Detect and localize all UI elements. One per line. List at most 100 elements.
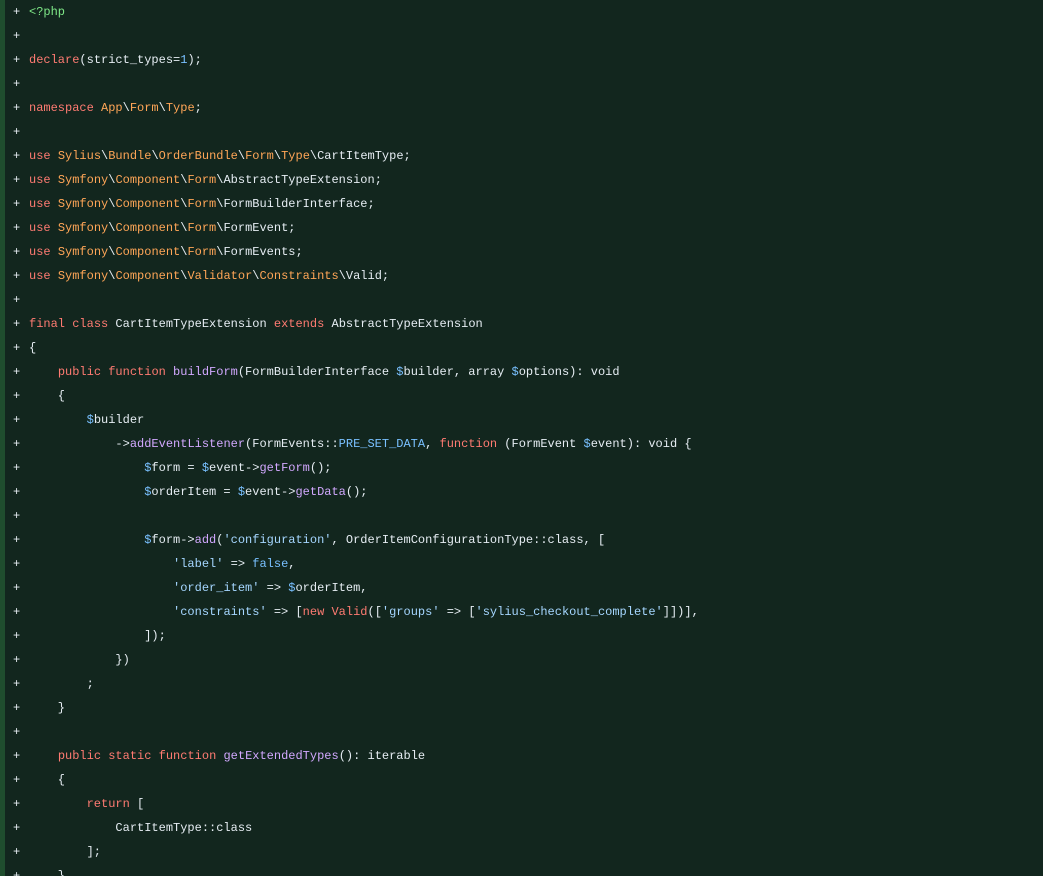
added-line-marker: + [13, 293, 21, 307]
diff-line: + ; [5, 672, 1043, 696]
code-token: (FormEvent [497, 437, 584, 451]
code-token: , [288, 557, 296, 571]
code-token: false [252, 557, 289, 571]
added-line-marker: + [13, 77, 21, 91]
code-token: event): void { [590, 437, 692, 451]
code-token: AbstractTypeExtension [324, 317, 483, 331]
code-token: (); [345, 485, 368, 499]
added-line-marker: + [13, 53, 21, 67]
line-content: 'constraints' => [new Valid(['groups' =>… [29, 600, 1043, 624]
code-token: Valid [331, 605, 368, 619]
code-token: use [29, 197, 51, 211]
added-line-marker: + [13, 173, 21, 187]
line-content: $form = $event->getForm(); [29, 456, 1043, 480]
diff-line: + 'constraints' => [new Valid(['groups' … [5, 600, 1043, 624]
diff-line: + [5, 24, 1043, 48]
line-content [29, 72, 1043, 96]
code-token: 'groups' [381, 605, 440, 619]
code-token: extends [273, 317, 325, 331]
code-token: Component [115, 245, 181, 259]
diff-line: + public static function getExtendedType… [5, 744, 1043, 768]
code-token: -> [29, 437, 130, 451]
added-line-marker: + [13, 317, 21, 331]
code-token: new [302, 605, 325, 619]
added-line-marker: + [13, 413, 21, 427]
diff-line: + { [5, 768, 1043, 792]
code-token: public [57, 365, 102, 379]
diff-line: + [5, 288, 1043, 312]
added-line-marker: + [13, 821, 21, 835]
added-line-marker: + [13, 581, 21, 595]
code-token: ]); [29, 629, 166, 643]
code-token: declare [29, 53, 80, 67]
code-token: <?php [29, 5, 66, 19]
line-content: } [29, 864, 1043, 876]
code-token: use [29, 149, 51, 163]
added-line-marker: + [13, 533, 21, 547]
code-token: class [72, 317, 109, 331]
code-token: , OrderItemConfigurationType::class, [ [331, 533, 606, 547]
added-line-marker: + [13, 197, 21, 211]
code-token: \CartItemType; [309, 149, 411, 163]
code-token: \ [151, 149, 159, 163]
line-content: 'label' => false, [29, 552, 1043, 576]
line-content: ->addEventListener(FormEvents::PRE_SET_D… [29, 432, 1043, 456]
code-token: event-> [209, 461, 260, 475]
line-content: ]; [29, 840, 1043, 864]
code-token: static [108, 749, 152, 763]
code-token: => [ [266, 605, 303, 619]
line-content: 'order_item' => $orderItem, [29, 576, 1043, 600]
code-token: 'label' [173, 557, 224, 571]
added-line-marker: + [13, 437, 21, 451]
code-token: Form [129, 101, 159, 115]
added-line-marker: + [13, 629, 21, 643]
code-token: Symfony [57, 173, 109, 187]
code-token: { [29, 773, 66, 787]
code-token: \ [237, 149, 246, 163]
added-line-marker: + [13, 869, 21, 876]
added-line-marker: + [13, 269, 21, 283]
added-line-marker: + [13, 653, 21, 667]
code-token: \AbstractTypeExtension; [216, 173, 382, 187]
code-token: $ [237, 485, 246, 499]
code-token: (FormBuilderInterface [237, 365, 397, 379]
added-line-marker: + [13, 725, 21, 739]
code-token: namespace [29, 101, 94, 115]
code-token: $ [201, 461, 210, 475]
code-token: ; [29, 677, 94, 691]
code-token: , [425, 437, 440, 451]
code-token: addEventListener [129, 437, 246, 451]
added-line-marker: + [13, 845, 21, 859]
line-content: public function buildForm(FormBuilderInt… [29, 360, 1043, 384]
added-line-marker: + [13, 5, 21, 19]
code-token: { [29, 389, 66, 403]
line-content: final class CartItemTypeExtension extend… [29, 312, 1043, 336]
code-token: PRE_SET_DATA [338, 437, 426, 451]
code-token: use [29, 245, 51, 259]
code-token: (); [309, 461, 332, 475]
code-token: } [29, 701, 66, 715]
code-token: [ [129, 797, 145, 811]
diff-line: + use Symfony\Component\Validator\Constra… [5, 264, 1043, 288]
diff-line: + use Symfony\Component\Form\FormBuilderI… [5, 192, 1043, 216]
diff-line: + } [5, 864, 1043, 876]
code-token: App [101, 101, 123, 115]
code-token: event-> [245, 485, 296, 499]
added-line-marker: + [13, 389, 21, 403]
line-content: $orderItem = $event->getData(); [29, 480, 1043, 504]
code-token: \ [158, 101, 166, 115]
code-token: $ [511, 365, 519, 379]
line-content: return [ [29, 792, 1043, 816]
diff-line: +{ [5, 336, 1043, 360]
code-token: 'constraints' [173, 605, 267, 619]
code-token: Component [115, 197, 181, 211]
line-content: public static function getExtendedTypes(… [29, 744, 1043, 768]
code-token: Symfony [57, 269, 109, 283]
